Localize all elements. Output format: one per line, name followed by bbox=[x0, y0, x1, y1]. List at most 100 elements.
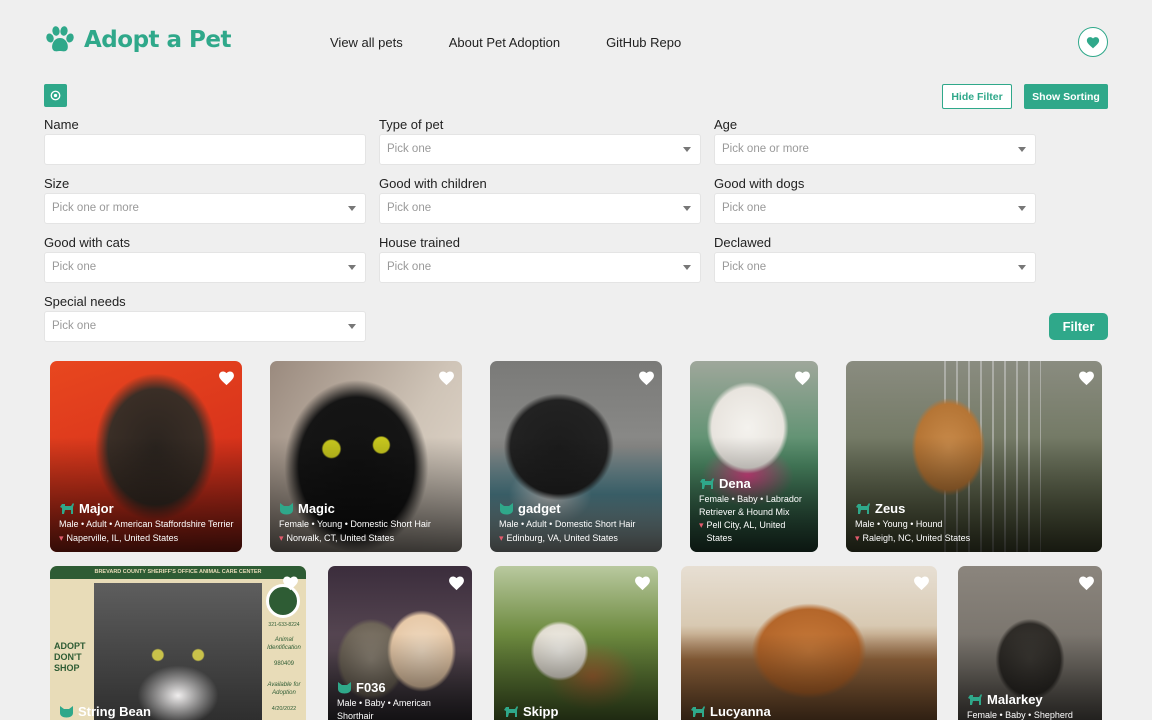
pet-card[interactable]: Dena Female • Baby • Labrador Retriever … bbox=[690, 361, 818, 552]
heart-icon[interactable] bbox=[794, 370, 811, 386]
filter-good-with-children: Good with children Pick one bbox=[379, 175, 701, 224]
heart-icon[interactable] bbox=[1078, 575, 1095, 591]
select-placeholder: Pick one bbox=[52, 261, 97, 273]
name-input[interactable] bbox=[44, 134, 366, 165]
pet-info: String Bean bbox=[59, 704, 298, 720]
nav-view-all-pets[interactable]: View all pets bbox=[330, 35, 403, 50]
favorites-button[interactable] bbox=[1078, 27, 1108, 57]
heart-icon[interactable] bbox=[282, 575, 299, 591]
filter-size: Size Pick one or more bbox=[44, 175, 366, 224]
pet-card[interactable]: Major Male • Adult • American Staffordsh… bbox=[50, 361, 242, 552]
pet-name: String Bean bbox=[78, 704, 151, 719]
filter-good-with-cats: Good with cats Pick one bbox=[44, 234, 366, 283]
pet-card[interactable]: Magic Female • Young • Domestic Short Ha… bbox=[270, 361, 462, 552]
poster-id-number: 980409 bbox=[273, 661, 295, 667]
heart-icon[interactable] bbox=[438, 370, 455, 386]
poster-photo bbox=[94, 583, 262, 720]
pet-card[interactable]: BREVARD COUNTY SHERIFF'S OFFICE ANIMAL C… bbox=[50, 566, 306, 720]
special-needs-select[interactable]: Pick one bbox=[44, 311, 366, 342]
dog-icon bbox=[968, 694, 982, 705]
heart-icon[interactable] bbox=[638, 370, 655, 386]
pet-info: Malarkey Female • Baby • Shepherd bbox=[967, 692, 1094, 720]
pet-card[interactable]: F036 Male • Baby • American Shorthair bbox=[328, 566, 472, 720]
filter-label: Special needs bbox=[44, 294, 126, 309]
pet-card[interactable]: gadget Male • Adult • Domestic Short Hai… bbox=[490, 361, 662, 552]
pet-info: Zeus Male • Young • Hound ▾ Raleigh, NC, … bbox=[855, 501, 1094, 544]
poster-id-label: Animal Identification bbox=[267, 637, 301, 651]
show-sorting-button[interactable]: Show Sorting bbox=[1024, 84, 1108, 109]
filter-label: House trained bbox=[379, 235, 460, 250]
filter-name: Name bbox=[44, 116, 366, 165]
pet-meta: Male • Baby • American Shorthair bbox=[337, 698, 431, 720]
good-with-cats-select[interactable]: Pick one bbox=[44, 252, 366, 283]
caret-down-icon bbox=[1018, 265, 1026, 270]
dog-icon bbox=[700, 478, 714, 489]
house-trained-select[interactable]: Pick one bbox=[379, 252, 701, 283]
hide-filter-button[interactable]: Hide Filter bbox=[942, 84, 1012, 109]
pet-meta: Female • Young • Domestic Short Hair bbox=[279, 519, 431, 529]
pet-location: Naperville, IL, United States bbox=[66, 532, 179, 543]
select-placeholder: Pick one bbox=[52, 320, 97, 332]
filter-good-with-dogs: Good with dogs Pick one bbox=[714, 175, 1036, 224]
caret-down-icon bbox=[348, 265, 356, 270]
heart-icon[interactable] bbox=[448, 575, 465, 591]
pet-name: Malarkey bbox=[987, 692, 1043, 707]
select-placeholder: Pick one bbox=[387, 261, 432, 273]
pet-name: Lucyanna bbox=[710, 704, 771, 719]
main-nav: View all pets About Pet Adoption GitHub … bbox=[330, 35, 681, 50]
heart-icon[interactable] bbox=[913, 575, 930, 591]
caret-down-icon bbox=[1018, 147, 1026, 152]
pet-card[interactable]: Zeus Male • Young • Hound ▾ Raleigh, NC, … bbox=[846, 361, 1102, 552]
pet-name: Major bbox=[79, 501, 114, 516]
filter-declawed: Declawed Pick one bbox=[714, 234, 1036, 283]
nav-github-repo[interactable]: GitHub Repo bbox=[606, 35, 681, 50]
heart-icon[interactable] bbox=[634, 575, 651, 591]
dog-icon bbox=[60, 503, 74, 514]
size-select[interactable]: Pick one or more bbox=[44, 193, 366, 224]
dog-icon bbox=[691, 706, 705, 717]
heart-icon[interactable] bbox=[218, 370, 235, 386]
pet-name: F036 bbox=[356, 680, 386, 695]
pet-card[interactable]: Skipp bbox=[494, 566, 658, 720]
dog-icon bbox=[504, 706, 518, 717]
filter-button[interactable]: Filter bbox=[1049, 313, 1108, 340]
pet-name: Zeus bbox=[875, 501, 906, 516]
location-pin-icon: ▾ bbox=[499, 532, 504, 543]
caret-down-icon bbox=[683, 147, 691, 152]
logo[interactable]: Adopt a Pet bbox=[44, 26, 232, 54]
poster-phone: 321-633-8224 bbox=[268, 622, 300, 628]
pet-location: Pell City, AL, United States bbox=[706, 520, 786, 543]
select-placeholder: Pick one bbox=[387, 143, 432, 155]
pet-name: Dena bbox=[719, 476, 751, 491]
nav-about-pet-adoption[interactable]: About Pet Adoption bbox=[449, 35, 560, 50]
pet-card[interactable]: Lucyanna bbox=[681, 566, 937, 720]
pet-location: Raleigh, NC, United States bbox=[862, 532, 971, 543]
pet-card[interactable]: Malarkey Female • Baby • Shepherd bbox=[958, 566, 1102, 720]
good-with-children-select[interactable]: Pick one bbox=[379, 193, 701, 224]
pet-meta: Male • Young • Hound bbox=[855, 519, 943, 529]
caret-down-icon bbox=[683, 265, 691, 270]
filter-house-trained: House trained Pick one bbox=[379, 234, 701, 283]
poster-header: BREVARD COUNTY SHERIFF'S OFFICE ANIMAL C… bbox=[50, 566, 306, 579]
filter-type-of-pet: Type of pet Pick one bbox=[379, 116, 701, 165]
good-with-dogs-select[interactable]: Pick one bbox=[714, 193, 1036, 224]
poster-avail-label: Available for Adoption bbox=[267, 682, 301, 696]
type-of-pet-select[interactable]: Pick one bbox=[379, 134, 701, 165]
declawed-select[interactable]: Pick one bbox=[714, 252, 1036, 283]
filter-age: Age Pick one or more bbox=[714, 116, 1036, 165]
pet-info: F036 Male • Baby • American Shorthair bbox=[337, 680, 464, 720]
heart-icon[interactable] bbox=[1078, 370, 1095, 386]
dog-icon bbox=[856, 503, 870, 514]
location-toggle-button[interactable] bbox=[44, 84, 67, 107]
target-icon bbox=[50, 90, 61, 101]
select-placeholder: Pick one bbox=[722, 261, 767, 273]
cat-icon bbox=[60, 706, 73, 718]
pet-name: gadget bbox=[518, 501, 561, 516]
heart-icon bbox=[1086, 36, 1100, 48]
age-select[interactable]: Pick one or more bbox=[714, 134, 1036, 165]
filter-label: Good with children bbox=[379, 176, 487, 191]
filter-label: Name bbox=[44, 117, 79, 132]
filter-label: Type of pet bbox=[379, 117, 444, 132]
caret-down-icon bbox=[1018, 206, 1026, 211]
pet-info: gadget Male • Adult • Domestic Short Hai… bbox=[499, 501, 654, 544]
